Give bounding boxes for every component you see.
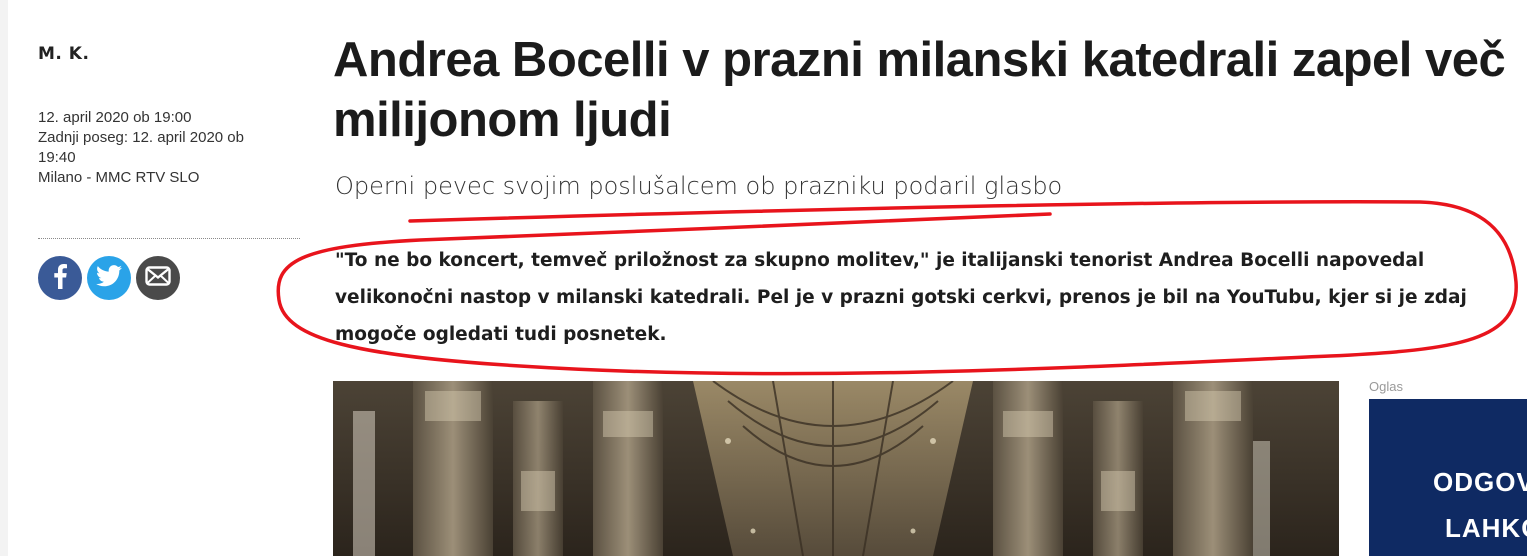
article-source: Milano - MMC RTV SLO xyxy=(38,169,200,186)
article-dates: 12. april 2020 ob 19:00 Zadnji poseg: 12… xyxy=(38,108,300,188)
article-lead: "To ne bo koncert, temveč priložnost za … xyxy=(335,250,1467,345)
ad-text-line1: ODGOV xyxy=(1433,467,1527,497)
share-facebook-button[interactable] xyxy=(38,256,82,300)
share-buttons xyxy=(38,256,180,300)
published-date: 12. april 2020 ob 19:00 xyxy=(38,109,192,126)
ad-label: Oglas xyxy=(1369,379,1403,394)
advertisement-banner[interactable]: ODGOV LAHKO xyxy=(1369,399,1527,556)
article-meta: M. K. 12. april 2020 ob 19:00 Zadnji pos… xyxy=(38,44,300,188)
cathedral-interior-photo xyxy=(333,381,1339,556)
author-name: M. K. xyxy=(38,44,90,64)
mail-icon xyxy=(145,265,171,291)
share-twitter-button[interactable] xyxy=(87,256,131,300)
facebook-icon xyxy=(52,263,68,294)
updated-date-line2: 19:40 xyxy=(38,149,76,166)
article-subheadline: Operni pevec svojim poslušalcem ob prazn… xyxy=(335,172,1063,200)
page-left-edge xyxy=(0,0,8,556)
article-headline: Andrea Bocelli v prazni milanski katedra… xyxy=(333,33,1506,147)
updated-date-line1: Zadnji poseg: 12. april 2020 ob xyxy=(38,129,244,146)
twitter-icon xyxy=(96,264,122,292)
share-email-button[interactable] xyxy=(136,256,180,300)
ad-text-line2: LAHKO xyxy=(1445,513,1527,543)
meta-divider xyxy=(38,238,300,239)
